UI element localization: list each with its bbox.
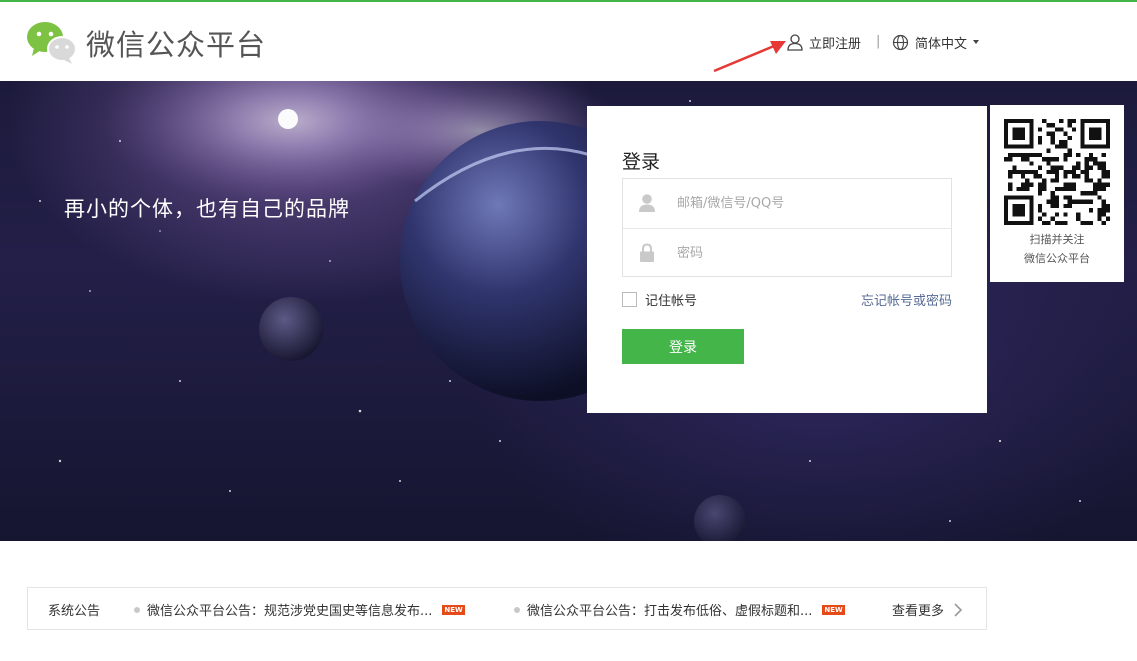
account-input[interactable]: [677, 191, 937, 215]
notice-item-2[interactable]: 微信公众平台公告：打击发布低俗、虚假标题和... NEW: [514, 600, 845, 619]
login-title: 登录: [622, 151, 661, 173]
register-label: 立即注册: [809, 36, 862, 52]
bullet-icon: [134, 606, 140, 613]
notice-item-1[interactable]: 微信公众平台公告：规范涉党史国史等信息发布... NEW: [134, 600, 465, 619]
annotation-arrow: [713, 41, 786, 73]
notice-bar: 系统公告 微信公众平台公告：规范涉党史国史等信息发布... NEW 微信公众平台…: [27, 587, 987, 630]
qr-code-image: [1004, 119, 1110, 225]
login-fields: [622, 178, 952, 277]
forgot-password-link[interactable]: 忘记帐号或密码: [861, 290, 952, 309]
register-link[interactable]: 立即注册: [786, 32, 861, 52]
remember-checkbox[interactable]: [622, 292, 637, 307]
header: 微信公众平台 立即注册 | 简体中文: [0, 2, 1137, 81]
qr-card: 扫描并关注 微信公众平台: [990, 105, 1124, 282]
new-badge: NEW: [442, 604, 465, 615]
password-field-row: [623, 228, 951, 277]
notice-text: 微信公众平台公告：打击发布低俗、虚假标题和...: [527, 604, 813, 619]
qr-caption-line1: 扫描并关注: [1029, 233, 1085, 246]
user-icon: [787, 34, 803, 51]
language-selector[interactable]: 简体中文: [892, 32, 980, 52]
view-more-label: 查看更多: [892, 604, 945, 619]
new-badge: NEW: [822, 604, 845, 615]
bullet-icon: [514, 606, 520, 613]
wechat-logo-icon[interactable]: [26, 20, 78, 64]
remember-account[interactable]: 记住帐号: [622, 290, 697, 309]
qr-caption-line2: 微信公众平台: [1024, 252, 1090, 265]
view-more-link[interactable]: 查看更多: [892, 600, 964, 619]
account-field-row: [623, 179, 951, 228]
language-label: 简体中文: [915, 36, 968, 52]
brand-title[interactable]: 微信公众平台: [86, 22, 266, 64]
notice-text: 微信公众平台公告：规范涉党史国史等信息发布...: [147, 604, 433, 619]
chevron-right-icon: [954, 602, 963, 617]
remember-label: 记住帐号: [645, 294, 698, 309]
banner-slogan: 再小的个体，也有自己的品牌: [64, 197, 350, 221]
user-icon: [639, 194, 655, 212]
login-button[interactable]: 登录: [622, 329, 744, 364]
notice-label: 系统公告: [48, 604, 101, 619]
globe-icon: [892, 34, 909, 50]
caret-down-icon: [973, 40, 980, 44]
password-input[interactable]: [677, 241, 937, 265]
login-card: 登录 记住帐号 忘记帐号或密码 登录: [587, 106, 987, 413]
header-separator: |: [876, 34, 881, 49]
lock-icon: [640, 243, 654, 262]
